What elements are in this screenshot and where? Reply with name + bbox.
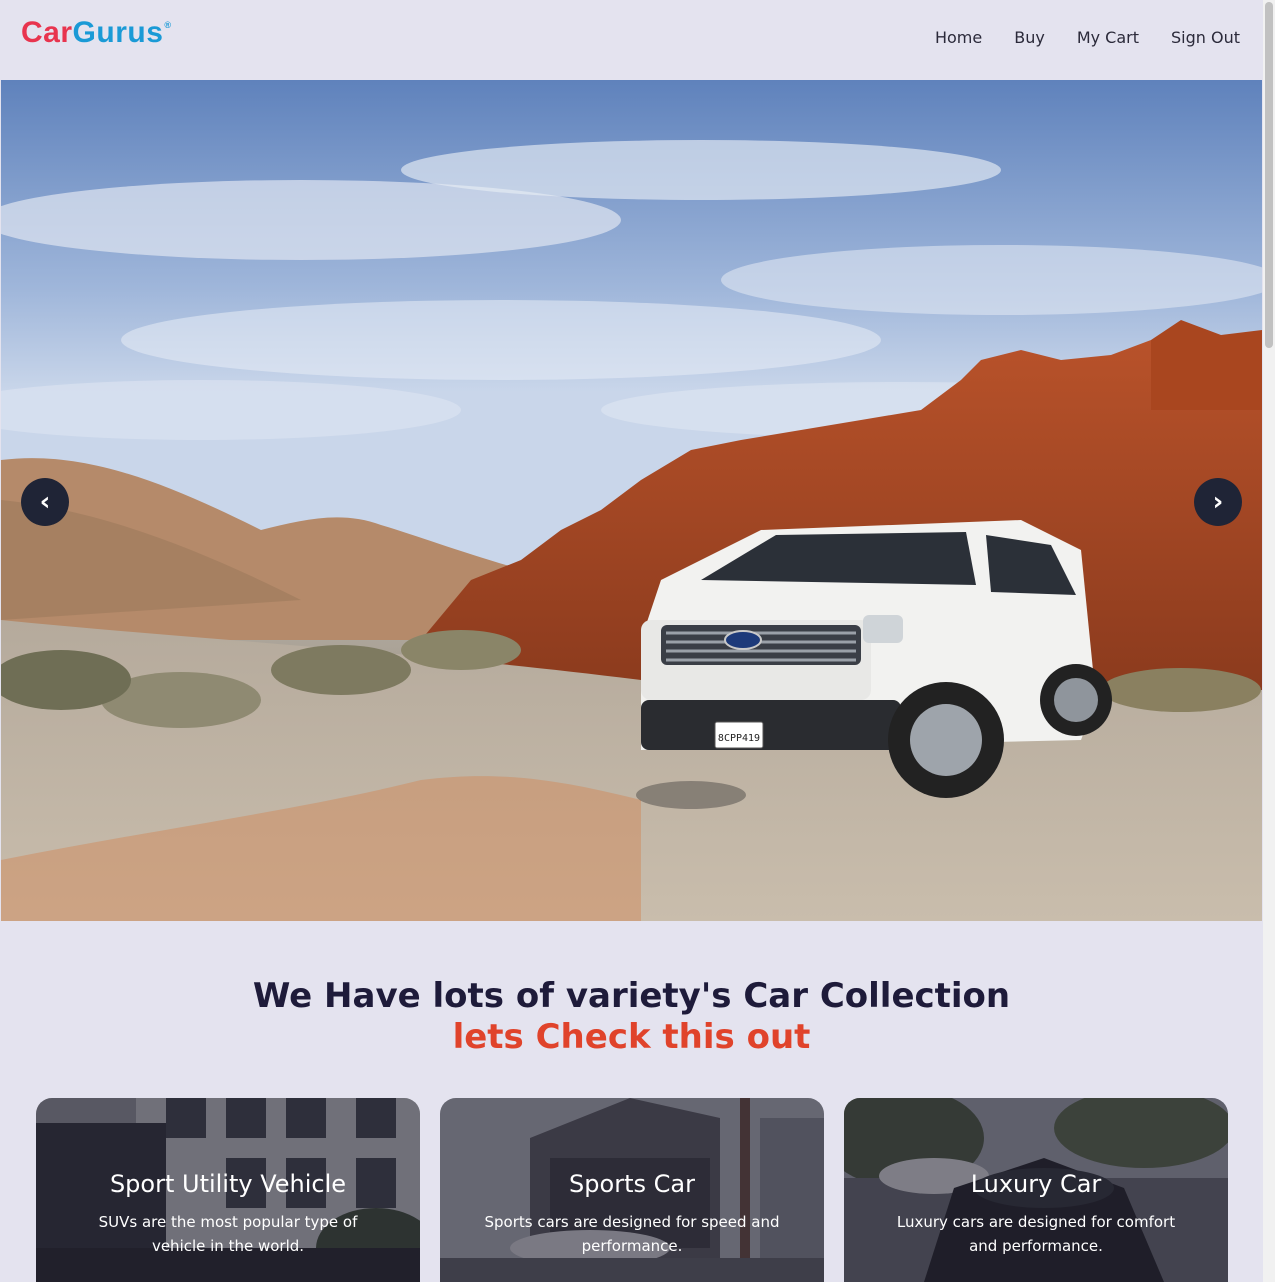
page: Car Gurus ® Home Buy My Cart Sign Out 8C… <box>1 0 1262 1282</box>
carousel-next-button[interactable]: › <box>1194 478 1242 526</box>
card-luxury-car[interactable]: Luxury Car Luxury cars are designed for … <box>844 1098 1228 1282</box>
category-cards: Sport Utility Vehicle SUVs are the most … <box>36 1098 1229 1282</box>
chevron-right-icon: › <box>1212 487 1224 517</box>
logo-car-text: Car <box>21 16 73 49</box>
logo-gurus-text: Gurus <box>72 16 164 49</box>
collection-title: We Have lots of variety's Car Collection <box>252 976 1011 1016</box>
hero-carousel: 8CPP419 ‹ › <box>1 80 1262 921</box>
collection-subtitle: lets Check this out <box>452 1017 811 1057</box>
card-title: Sport Utility Vehicle <box>109 1170 347 1198</box>
page-scrollbar[interactable] <box>1263 0 1275 1282</box>
card-title: Luxury Car <box>970 1170 1102 1198</box>
logo-registered-mark: ® <box>164 20 172 30</box>
scrollbar-thumb[interactable] <box>1265 2 1273 348</box>
site-header: Car Gurus ® Home Buy My Cart Sign Out <box>1 0 1262 80</box>
nav-sign-out-link[interactable]: Sign Out <box>1171 28 1240 47</box>
card-description: SUVs are the most popular type of vehicl… <box>98 1213 358 1255</box>
card-sports-car[interactable]: Sports Car Sports cars are designed for … <box>440 1098 824 1282</box>
nav-home-link[interactable]: Home <box>935 28 982 47</box>
hero-image: 8CPP419 <box>1 80 1262 921</box>
license-plate-text: 8CPP419 <box>718 733 760 744</box>
nav-buy-link[interactable]: Buy <box>1014 28 1045 47</box>
card-suv[interactable]: Sport Utility Vehicle SUVs are the most … <box>36 1098 420 1282</box>
card-description: Sports cars are designed for speed and p… <box>484 1213 780 1255</box>
chevron-left-icon: ‹ <box>39 487 51 517</box>
card-title: Sports Car <box>569 1170 695 1198</box>
cargurus-logo[interactable]: Car Gurus ® <box>21 16 172 50</box>
card-description: Luxury cars are designed for comfort and… <box>896 1213 1176 1255</box>
carousel-prev-button[interactable]: ‹ <box>21 478 69 526</box>
nav-my-cart-link[interactable]: My Cart <box>1077 28 1139 47</box>
main-nav: Home Buy My Cart Sign Out <box>935 28 1240 47</box>
